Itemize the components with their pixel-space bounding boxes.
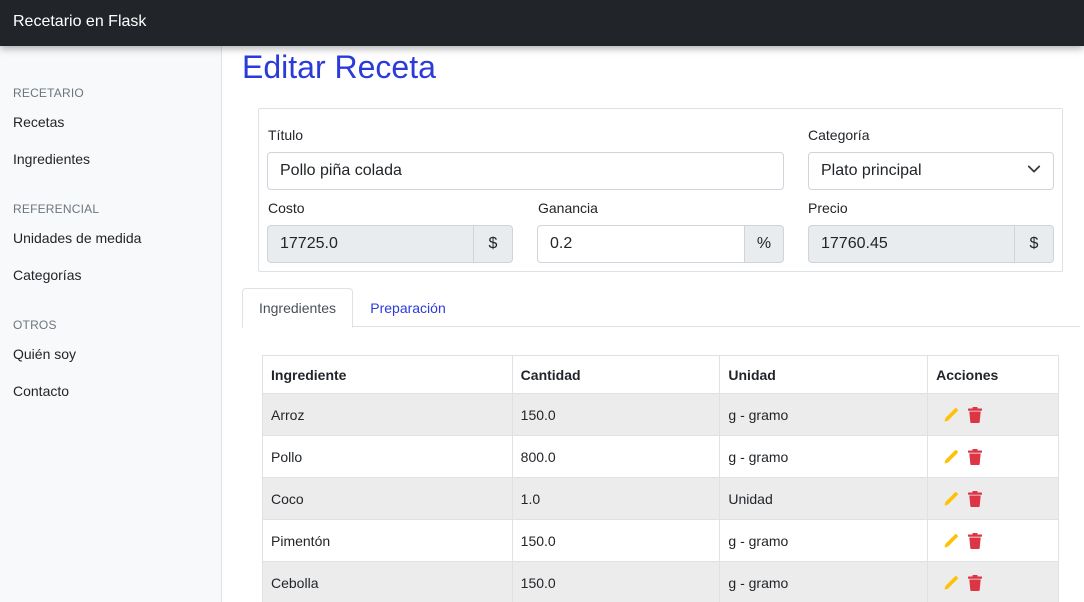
cell-cantidad: 800.0 [511,435,721,478]
recipe-form-card: Título Pollo piña colada Categoría Plato… [258,108,1063,272]
ingredients-table: Ingrediente Cantidad Unidad Acciones Arr… [262,355,1059,602]
sidebar-item-categorias[interactable]: Categorías [13,267,81,283]
row-actions [936,490,1050,508]
pencil-icon[interactable] [942,490,960,508]
column-header-ingrediente: Ingrediente [262,355,513,394]
column-header-cantidad: Cantidad [511,355,721,394]
cell-ingrediente: Pimentón [262,519,513,562]
trash-icon[interactable] [966,448,984,466]
costo-value: 17725.0 [280,235,338,252]
costo-input[interactable]: 17725.0 [267,225,473,263]
sidebar: RECETARIO Recetas Ingredientes REFERENCI… [0,46,222,602]
sidebar-item-recetas[interactable]: Recetas [13,114,64,130]
cell-cantidad: 1.0 [511,477,721,520]
costo-addon: $ [473,225,513,263]
ganancia-value: 0.2 [550,235,573,252]
cell-ingrediente: Cebolla [262,561,513,602]
ganancia-input[interactable]: 0.2 [537,225,744,263]
cell-cantidad: 150.0 [511,561,721,602]
tab-ingredientes[interactable]: Ingredientes [242,288,353,328]
row-actions [936,532,1050,550]
cell-unidad: Unidad [719,477,929,520]
row-actions [936,574,1050,592]
precio-value: 17760.45 [821,235,888,252]
trash-icon[interactable] [966,574,984,592]
precio-label: Precio [808,200,848,216]
sidebar-item-contacto[interactable]: Contacto [13,383,69,399]
cell-acciones [927,561,1059,602]
column-header-acciones: Acciones [927,355,1059,394]
cell-acciones [927,519,1059,562]
recipe-tabs: Ingredientes Preparación [242,288,1080,328]
cell-cantidad: 150.0 [511,519,721,562]
trash-icon[interactable] [966,490,984,508]
titulo-value: Pollo piña colada [280,162,402,179]
costo-input-group: 17725.0 $ [267,225,513,263]
precio-addon: $ [1014,225,1054,263]
sidebar-item-quien-soy[interactable]: Quién soy [13,346,76,362]
table-row: Coco 1.0 Unidad [262,477,1059,520]
navbar-brand[interactable]: Recetario en Flask [13,12,146,32]
precio-input-group: 17760.45 $ [808,225,1054,263]
cell-cantidad: 150.0 [511,393,721,436]
cell-unidad: g - gramo [719,435,929,478]
trash-icon[interactable] [966,532,984,550]
categoria-select[interactable]: Plato principal [808,152,1054,190]
pencil-icon[interactable] [942,448,960,466]
table-row: Arroz 150.0 g - gramo [262,393,1059,436]
table-row: Pimentón 150.0 g - gramo [262,519,1059,562]
cell-acciones [927,393,1059,436]
cell-unidad: g - gramo [719,393,929,436]
titulo-input[interactable]: Pollo piña colada [267,152,784,190]
sidebar-heading-recetario: RECETARIO [13,86,84,100]
pencil-icon[interactable] [942,532,960,550]
sidebar-heading-otros: OTROS [13,318,57,332]
sidebar-heading-referencial: REFERENCIAL [13,202,100,216]
cell-ingrediente: Arroz [262,393,513,436]
page-title: Editar Receta [242,49,436,85]
ganancia-input-group: 0.2 % [537,225,784,263]
table-row: Pollo 800.0 g - gramo [262,435,1059,478]
chevron-down-icon [1027,162,1041,181]
precio-input[interactable]: 17760.45 [808,225,1014,263]
cell-unidad: g - gramo [719,561,929,602]
main-content: Editar Receta Título Pollo piña colada C… [222,46,1084,602]
table-row: Cebolla 150.0 g - gramo [262,561,1059,602]
costo-label: Costo [268,200,305,216]
ganancia-label: Ganancia [538,200,598,216]
ganancia-addon: % [744,225,784,263]
categoria-label: Categoría [808,127,870,143]
row-actions [936,406,1050,424]
column-header-unidad: Unidad [719,355,929,394]
pencil-icon[interactable] [942,574,960,592]
cell-ingrediente: Pollo [262,435,513,478]
sidebar-item-unidades[interactable]: Unidades de medida [13,230,141,246]
titulo-label: Título [268,127,304,143]
tab-preparacion[interactable]: Preparación [353,288,463,327]
cell-acciones [927,435,1059,478]
row-actions [936,448,1050,466]
categoria-value: Plato principal [821,162,922,179]
cell-acciones [927,477,1059,520]
sidebar-item-ingredientes[interactable]: Ingredientes [13,151,90,167]
top-navbar: Recetario en Flask [0,0,1084,46]
cell-ingrediente: Coco [262,477,513,520]
trash-icon[interactable] [966,406,984,424]
cell-unidad: g - gramo [719,519,929,562]
table-header-row: Ingrediente Cantidad Unidad Acciones [262,355,1059,394]
pencil-icon[interactable] [942,406,960,424]
